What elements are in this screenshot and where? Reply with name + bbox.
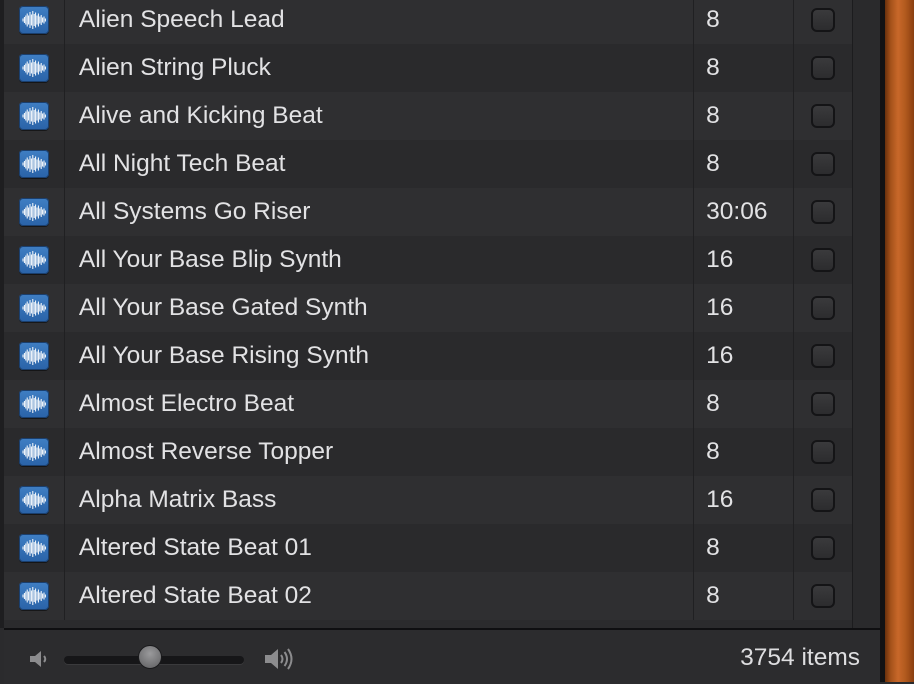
audio-waveform-icon bbox=[19, 486, 49, 514]
loop-row[interactable]: Alien String Pluck 8 bbox=[4, 44, 852, 92]
speaker-high-icon[interactable] bbox=[263, 645, 299, 678]
loop-row[interactable]: All Systems Go Riser 30:06 bbox=[4, 188, 852, 236]
favorite-checkbox[interactable] bbox=[811, 344, 836, 368]
loop-row[interactable]: All Night Tech Beat 8 bbox=[4, 140, 852, 188]
wood-frame bbox=[885, 0, 914, 682]
loop-row[interactable]: Almost Reverse Topper 8 bbox=[4, 428, 852, 476]
footer-bar: 3754 items bbox=[4, 628, 880, 684]
favorite-cell bbox=[793, 428, 852, 476]
favorite-checkbox[interactable] bbox=[811, 488, 836, 512]
item-count: 3754 items bbox=[740, 644, 860, 671]
audio-waveform-icon bbox=[19, 342, 49, 370]
loop-beats: 16 bbox=[693, 284, 793, 332]
audio-waveform-icon bbox=[19, 438, 49, 466]
loop-beats: 8 bbox=[693, 524, 793, 572]
loop-name: Alpha Matrix Bass bbox=[63, 476, 693, 524]
loop-beats: 8 bbox=[693, 428, 793, 476]
favorite-checkbox[interactable] bbox=[811, 104, 836, 128]
loop-beats: 8 bbox=[693, 380, 793, 428]
favorite-checkbox[interactable] bbox=[811, 152, 836, 176]
loop-icon-cell bbox=[4, 44, 64, 92]
favorite-cell bbox=[793, 572, 852, 620]
loop-name: Altered State Beat 02 bbox=[63, 572, 693, 620]
loop-beats: 16 bbox=[693, 332, 793, 380]
loop-icon-cell bbox=[4, 92, 64, 140]
loop-icon-cell bbox=[4, 380, 64, 428]
loop-name: All Systems Go Riser bbox=[63, 188, 693, 236]
loop-icon-cell bbox=[4, 284, 64, 332]
loop-icon-cell bbox=[4, 236, 64, 284]
favorite-cell bbox=[793, 188, 852, 236]
favorite-cell bbox=[793, 140, 852, 188]
loop-name: Altered State Beat 01 bbox=[63, 524, 693, 572]
loop-beats: 8 bbox=[693, 572, 793, 620]
audio-waveform-icon bbox=[19, 294, 49, 322]
loop-row[interactable]: Alive and Kicking Beat 8 bbox=[4, 92, 852, 140]
favorite-cell bbox=[793, 524, 852, 572]
favorite-checkbox[interactable] bbox=[811, 584, 836, 608]
loop-icon-cell bbox=[4, 524, 64, 572]
favorite-cell bbox=[793, 44, 852, 92]
loop-name: All Your Base Rising Synth bbox=[63, 332, 693, 380]
loop-name: Alien String Pluck bbox=[63, 44, 693, 92]
loop-beats: 16 bbox=[693, 236, 793, 284]
loop-row[interactable]: Almost Electro Beat 8 bbox=[4, 380, 852, 428]
favorite-checkbox[interactable] bbox=[811, 296, 836, 320]
favorite-checkbox[interactable] bbox=[811, 248, 836, 272]
favorite-cell bbox=[793, 380, 852, 428]
loop-row[interactable]: All Your Base Blip Synth 16 bbox=[4, 236, 852, 284]
loop-row[interactable]: Altered State Beat 02 8 bbox=[4, 572, 852, 620]
favorite-cell bbox=[793, 92, 852, 140]
audio-waveform-icon bbox=[19, 534, 49, 562]
scrollbar-gutter[interactable] bbox=[852, 0, 881, 628]
favorite-checkbox[interactable] bbox=[811, 8, 836, 32]
loop-icon-cell bbox=[4, 572, 64, 620]
favorite-checkbox[interactable] bbox=[811, 536, 836, 560]
loop-beats: 8 bbox=[693, 0, 793, 44]
favorite-checkbox[interactable] bbox=[811, 200, 836, 224]
favorite-cell bbox=[793, 284, 852, 332]
loop-beats: 8 bbox=[693, 92, 793, 140]
loop-icon-cell bbox=[4, 428, 64, 476]
favorite-cell bbox=[793, 236, 852, 284]
audio-waveform-icon bbox=[19, 150, 49, 178]
favorite-checkbox[interactable] bbox=[811, 56, 836, 80]
audio-waveform-icon bbox=[19, 582, 49, 610]
audio-waveform-icon bbox=[19, 54, 49, 82]
loop-name: Almost Reverse Topper bbox=[63, 428, 693, 476]
loop-row[interactable]: All Your Base Gated Synth 16 bbox=[4, 284, 852, 332]
loop-name: Alien Speech Lead bbox=[63, 0, 693, 44]
loop-icon-cell bbox=[4, 476, 64, 524]
loop-icon-cell bbox=[4, 0, 64, 44]
loop-name: Alive and Kicking Beat bbox=[63, 92, 693, 140]
loop-name: All Night Tech Beat bbox=[63, 140, 693, 188]
favorite-checkbox[interactable] bbox=[811, 392, 836, 416]
speaker-low-icon[interactable] bbox=[28, 648, 52, 675]
loop-name: All Your Base Gated Synth bbox=[63, 284, 693, 332]
favorite-cell bbox=[793, 476, 852, 524]
audio-waveform-icon bbox=[19, 390, 49, 418]
loop-name: All Your Base Blip Synth bbox=[63, 236, 693, 284]
loop-beats: 8 bbox=[693, 44, 793, 92]
loop-row[interactable]: Altered State Beat 01 8 bbox=[4, 524, 852, 572]
loop-icon-cell bbox=[4, 332, 64, 380]
loop-row[interactable]: Alpha Matrix Bass 16 bbox=[4, 476, 852, 524]
loop-beats: 30:06 bbox=[693, 188, 793, 236]
favorite-cell bbox=[793, 332, 852, 380]
audio-waveform-icon bbox=[19, 6, 49, 34]
audio-waveform-icon bbox=[19, 246, 49, 274]
loop-name: Almost Electro Beat bbox=[63, 380, 693, 428]
loop-icon-cell bbox=[4, 188, 64, 236]
favorite-checkbox[interactable] bbox=[811, 440, 836, 464]
volume-slider-knob[interactable] bbox=[138, 645, 163, 669]
loop-row[interactable]: Alien Speech Lead 8 bbox=[4, 0, 852, 44]
loop-list: Alien Speech Lead 8 Alien String Pluck 8… bbox=[4, 0, 852, 620]
loop-icon-cell bbox=[4, 140, 64, 188]
audio-waveform-icon bbox=[19, 102, 49, 130]
loop-beats: 8 bbox=[693, 140, 793, 188]
loop-row[interactable]: All Your Base Rising Synth 16 bbox=[4, 332, 852, 380]
favorite-cell bbox=[793, 0, 852, 44]
audio-waveform-icon bbox=[19, 198, 49, 226]
loop-beats: 16 bbox=[693, 476, 793, 524]
